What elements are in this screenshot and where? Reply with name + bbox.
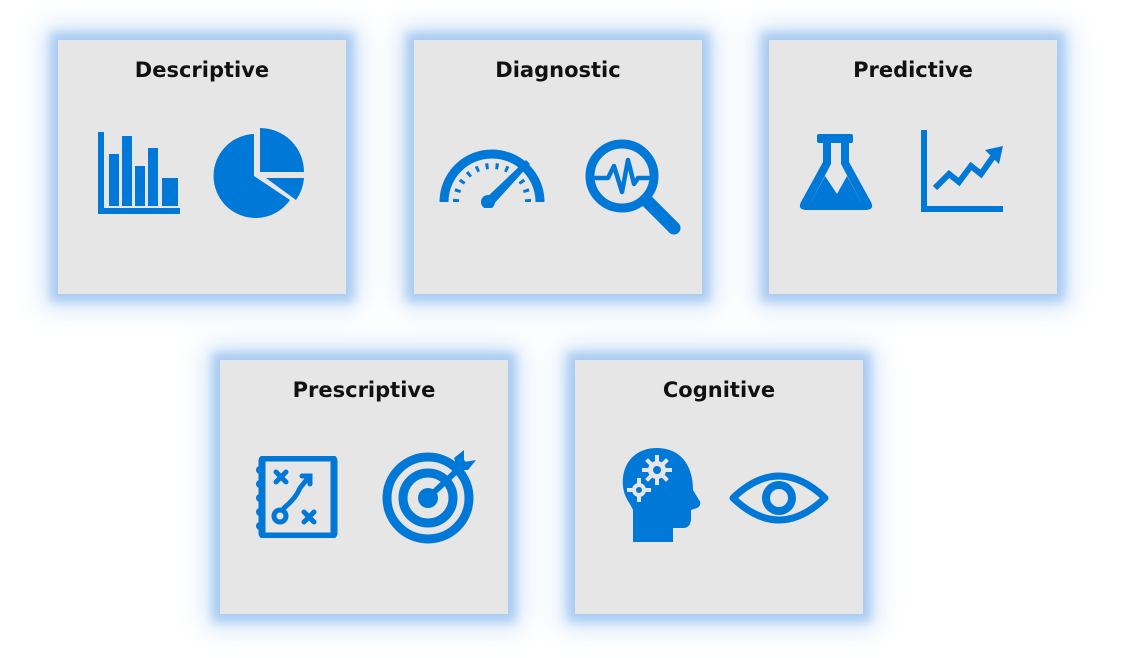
card-predictive: Predictive xyxy=(769,40,1057,294)
trend-chart-icon xyxy=(921,130,1003,212)
card-title: Diagnostic xyxy=(495,58,621,82)
card-title: Predictive xyxy=(853,58,973,82)
card-title: Prescriptive xyxy=(292,378,436,402)
eye-icon xyxy=(729,472,829,524)
flask-icon xyxy=(799,134,873,210)
target-icon xyxy=(382,450,476,544)
card-cognitive: Cognitive xyxy=(575,360,863,614)
strategy-notebook-icon xyxy=(256,456,338,538)
speedometer-icon xyxy=(439,149,545,208)
head-gears-icon xyxy=(622,448,701,542)
bar-chart-icon xyxy=(98,132,180,214)
card-diagnostic: Diagnostic xyxy=(414,40,702,294)
card-title: Cognitive xyxy=(662,378,776,402)
card-title: Descriptive xyxy=(134,58,270,82)
card-descriptive: Descriptive xyxy=(58,40,346,294)
magnifier-pulse-icon xyxy=(585,139,681,235)
card-prescriptive: Prescriptive xyxy=(220,360,508,614)
pie-chart-icon xyxy=(213,128,304,218)
